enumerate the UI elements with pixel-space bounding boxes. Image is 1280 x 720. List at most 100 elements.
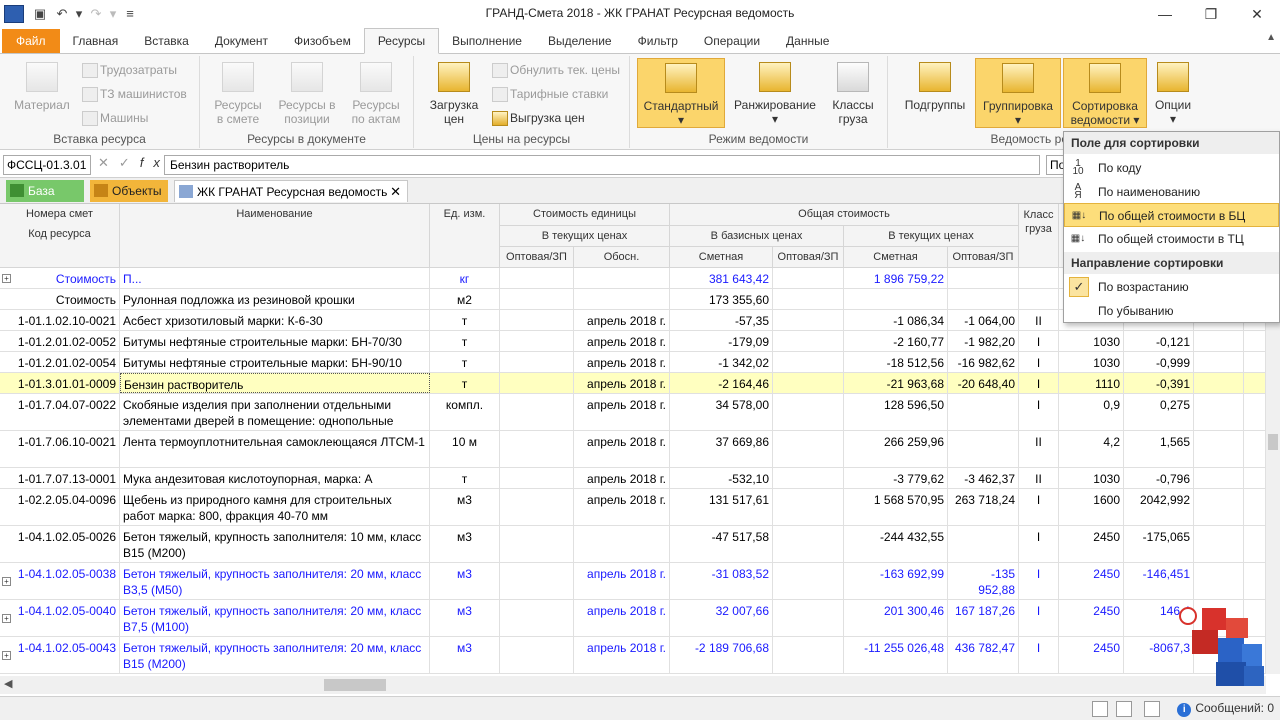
tab-objects[interactable]: Объекты: [90, 180, 168, 202]
cell-cur-wh[interactable]: [948, 526, 1019, 562]
app-icon[interactable]: [4, 5, 24, 23]
cell-name[interactable]: Лента термоуплотнительная самоклеющаяся …: [120, 431, 430, 467]
cell-code[interactable]: 1-04.1.02.05-0038: [0, 563, 120, 599]
cell-unit[interactable]: м3: [430, 563, 500, 599]
cell-name[interactable]: Бетон тяжелый, крупность заполнителя: 20…: [120, 563, 430, 599]
cell-empty[interactable]: [1194, 331, 1244, 351]
cell-empty[interactable]: [1194, 526, 1244, 562]
cell-wholesale[interactable]: [500, 431, 574, 467]
cell-cur-est[interactable]: [844, 289, 948, 309]
cell-empty[interactable]: [1194, 489, 1244, 525]
cell-basis[interactable]: [574, 526, 670, 562]
undo-dropdown-icon[interactable]: ▾: [74, 5, 84, 23]
cell-unit[interactable]: м3: [430, 489, 500, 525]
cell-code[interactable]: Стоимость: [0, 268, 120, 288]
cell-code[interactable]: 1-04.1.02.05-0043: [0, 637, 120, 673]
cell-name[interactable]: Щебень из природного камня для строитель…: [120, 489, 430, 525]
cell-cur-wh[interactable]: -1 982,20: [948, 331, 1019, 351]
cell-diff[interactable]: -0,796: [1124, 468, 1194, 488]
table-row[interactable]: 1-01.7.07.13-0001 Мука андезитовая кислот…: [0, 468, 1266, 489]
cell-unit[interactable]: т: [430, 331, 500, 351]
cell-cur-est[interactable]: 266 259,96: [844, 431, 948, 467]
cell-cls[interactable]: II: [1019, 310, 1059, 330]
grouping-button[interactable]: Группировка ▾: [975, 58, 1061, 128]
cell-reference-box[interactable]: ФССЦ-01.3.01: [3, 155, 91, 175]
cell-cur-est[interactable]: -18 512,56: [844, 352, 948, 372]
search-field[interactable]: По: [1046, 155, 1064, 175]
vertical-scroll-thumb[interactable]: [1268, 434, 1278, 450]
cell-cur-wh[interactable]: 263 718,24: [948, 489, 1019, 525]
resources-in-estimate-button[interactable]: Ресурсы в смете: [206, 58, 270, 128]
cell-wholesale[interactable]: [500, 526, 574, 562]
cell-empty[interactable]: [1194, 394, 1244, 430]
cell-wholesale[interactable]: [500, 637, 574, 673]
edit-icon[interactable]: [1144, 701, 1160, 717]
scroll-left-icon[interactable]: ◀: [4, 677, 12, 690]
cell-wholesale[interactable]: [500, 331, 574, 351]
cell-name[interactable]: Бетон тяжелый, крупность заполнителя: 20…: [120, 600, 430, 636]
header-cargo-class[interactable]: Класс груза: [1019, 204, 1059, 268]
header-name[interactable]: Наименование: [120, 204, 430, 268]
cell-basis[interactable]: апрель 2018 г.: [574, 600, 670, 636]
cell-cls[interactable]: I: [1019, 331, 1059, 351]
cell-cls[interactable]: II: [1019, 468, 1059, 488]
tab-selection[interactable]: Выделение: [535, 29, 625, 53]
cell-empty[interactable]: [1244, 331, 1266, 351]
cell-wholesale[interactable]: [500, 310, 574, 330]
tab-operations[interactable]: Операции: [691, 29, 773, 53]
tab-data[interactable]: Данные: [773, 29, 842, 53]
cell-base-wh[interactable]: [773, 637, 844, 673]
sort-by-total-base-item[interactable]: ▦↓ По общей стоимости в БЦ: [1064, 203, 1279, 227]
resources-in-position-button[interactable]: Ресурсы в позиции: [272, 58, 342, 128]
cell-cls[interactable]: I: [1019, 563, 1059, 599]
cell-diff[interactable]: -146,451: [1124, 563, 1194, 599]
cell-base-est[interactable]: -57,35: [670, 310, 773, 330]
cell-empty[interactable]: [1194, 563, 1244, 599]
cell-basis[interactable]: апрель 2018 г.: [574, 394, 670, 430]
load-prices-button[interactable]: Загрузка цен: [422, 58, 486, 128]
reset-prices-button[interactable]: Обнулить тек. цены: [490, 60, 620, 80]
cell-mass[interactable]: 2450: [1059, 600, 1124, 636]
cell-base-est[interactable]: 173 355,60: [670, 289, 773, 309]
cell-cur-wh[interactable]: -3 462,37: [948, 468, 1019, 488]
cell-unit[interactable]: кг: [430, 268, 500, 288]
cell-cur-est[interactable]: -244 432,55: [844, 526, 948, 562]
cell-base-est[interactable]: -1 342,02: [670, 352, 773, 372]
minimize-icon[interactable]: —: [1142, 0, 1188, 28]
cell-cur-est[interactable]: -1 086,34: [844, 310, 948, 330]
cell-name[interactable]: Битумы нефтяные строительные марки: БН-7…: [120, 331, 430, 351]
cell-cur-est[interactable]: 1 568 570,95: [844, 489, 948, 525]
cell-base-wh[interactable]: [773, 310, 844, 330]
cell-name[interactable]: Битумы нефтяные строительные марки: БН-9…: [120, 352, 430, 372]
cell-code[interactable]: 1-01.3.01.01-0009: [0, 373, 120, 393]
cell-cls[interactable]: [1019, 268, 1059, 288]
cell-unit[interactable]: т: [430, 373, 500, 393]
table-row[interactable]: 1-01.3.01.01-0009 Бензин растворитель т апр…: [0, 373, 1266, 394]
table-row[interactable]: 1-04.1.02.05-0040 Бетон тяжелый, крупност…: [0, 600, 1266, 637]
customize-toolbar-icon[interactable]: ≡: [120, 5, 140, 23]
expand-row-icon[interactable]: +: [2, 651, 11, 660]
cell-base-est[interactable]: 34 578,00: [670, 394, 773, 430]
cell-cur-est[interactable]: -3 779,62: [844, 468, 948, 488]
unload-prices-button[interactable]: Выгрузка цен: [490, 108, 585, 128]
standard-mode-button[interactable]: Стандартный ▾: [637, 58, 725, 128]
cell-wholesale[interactable]: [500, 468, 574, 488]
undo-icon[interactable]: ↶: [52, 5, 72, 23]
cell-empty[interactable]: [1244, 468, 1266, 488]
cell-base-est[interactable]: -2 164,46: [670, 373, 773, 393]
horizontal-scrollbar[interactable]: ◀: [0, 676, 1266, 694]
cell-base-est[interactable]: -179,09: [670, 331, 773, 351]
cell-diff[interactable]: -175,065: [1124, 526, 1194, 562]
close-icon[interactable]: ✕: [1234, 0, 1280, 28]
cell-diff[interactable]: -0,391: [1124, 373, 1194, 393]
tab-file[interactable]: Файл: [2, 29, 60, 53]
sort-by-total-current-item[interactable]: ▦↓ По общей стоимости в ТЦ: [1064, 227, 1279, 251]
cell-basis[interactable]: апрель 2018 г.: [574, 331, 670, 351]
cell-mass[interactable]: 1110: [1059, 373, 1124, 393]
machinists-button[interactable]: ТЗ машинистов: [80, 84, 187, 104]
cell-code[interactable]: 1-04.1.02.05-0026: [0, 526, 120, 562]
cell-cls[interactable]: II: [1019, 431, 1059, 467]
cell-name[interactable]: Бетон тяжелый, крупность заполнителя: 10…: [120, 526, 430, 562]
cell-cur-wh[interactable]: -1 064,00: [948, 310, 1019, 330]
header-numbers-code[interactable]: Номера смет Код ресурса: [0, 204, 120, 268]
